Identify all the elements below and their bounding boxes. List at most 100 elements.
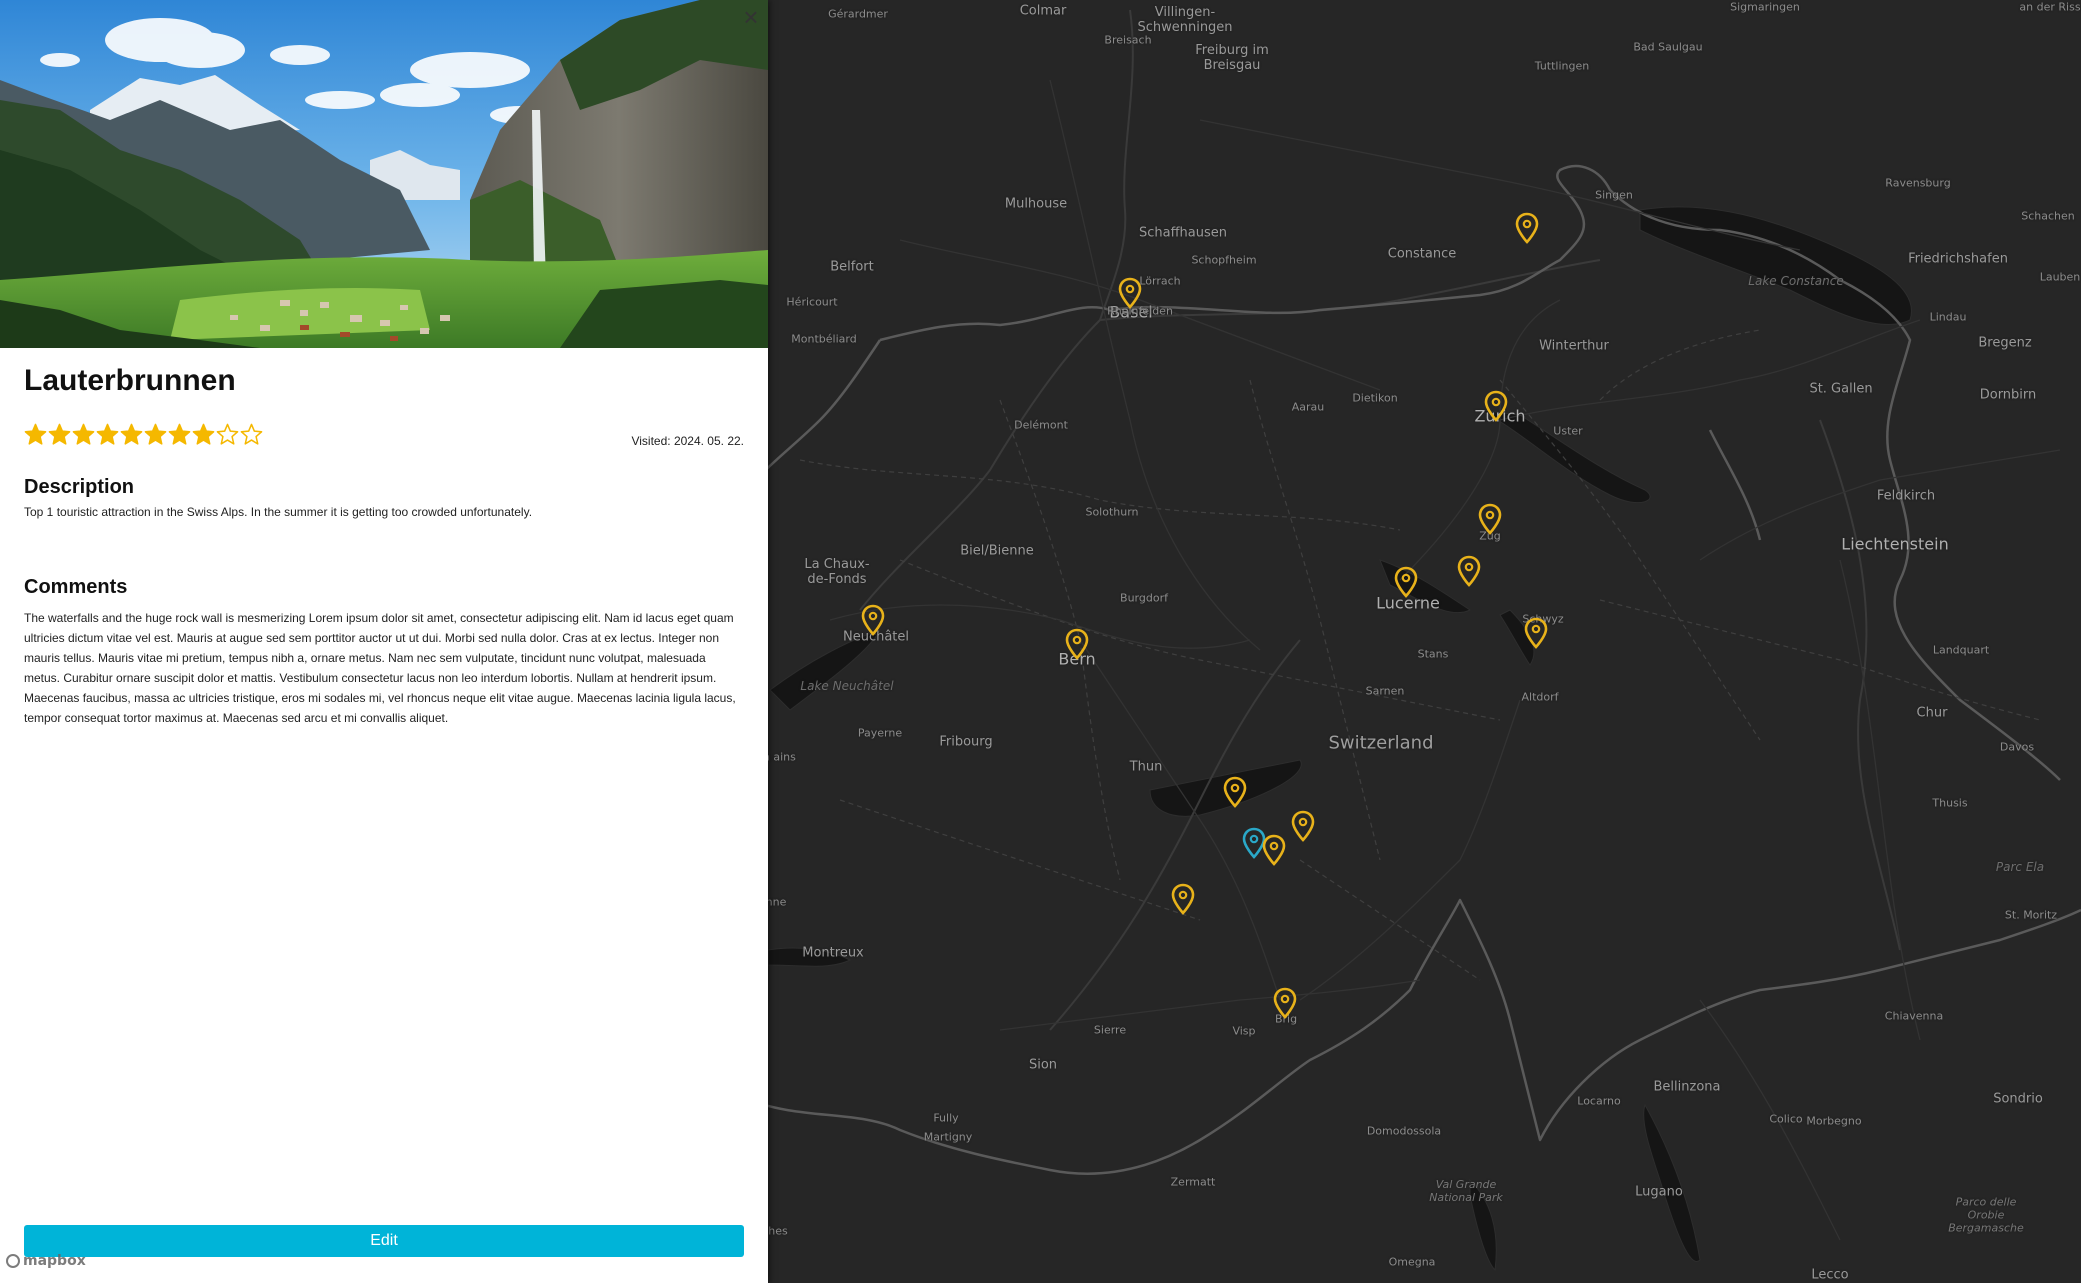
place-photo-image bbox=[0, 0, 768, 348]
marker-brig[interactable] bbox=[1272, 987, 1298, 1019]
star-empty-icon[interactable] bbox=[216, 423, 239, 451]
map-label: Schaffhausen bbox=[1138, 225, 1228, 241]
map-pin-icon bbox=[1273, 987, 1297, 1019]
map-label: Lake Constance bbox=[1748, 274, 1844, 288]
map-label: Chiavenna bbox=[1884, 1009, 1944, 1023]
close-icon[interactable]: × bbox=[740, 4, 762, 30]
marker-kandersteg[interactable] bbox=[1170, 883, 1196, 915]
marker-schaffhausen[interactable] bbox=[1514, 212, 1540, 244]
mapbox-logo[interactable]: mapbox bbox=[6, 1253, 86, 1269]
map-pin-icon bbox=[1065, 628, 1089, 660]
map-label: Bellinzona bbox=[1653, 1079, 1721, 1095]
map-pin-icon bbox=[1478, 503, 1502, 535]
map-label: St. Gallen bbox=[1809, 381, 1873, 397]
map-label: Breisach bbox=[1104, 33, 1152, 47]
map-label: Fribourg bbox=[939, 734, 993, 750]
map-pin-icon bbox=[1171, 883, 1195, 915]
comments-text: The waterfalls and the huge rock wall is… bbox=[24, 611, 736, 725]
map-label: Thusis bbox=[1932, 796, 1968, 810]
map-label: Sarnen bbox=[1365, 684, 1405, 698]
place-photo: × bbox=[0, 0, 768, 348]
star-filled-icon[interactable] bbox=[120, 423, 143, 451]
map-label: Val Grande National Park bbox=[1429, 1178, 1503, 1204]
map-label: Thun bbox=[1129, 759, 1163, 775]
marker-zurich[interactable] bbox=[1483, 390, 1509, 422]
marker-bern[interactable] bbox=[1064, 628, 1090, 660]
map-label: Zermatt bbox=[1170, 1175, 1216, 1189]
map-label: Singen bbox=[1595, 188, 1633, 202]
map-label: Schopfheim bbox=[1191, 253, 1257, 267]
map-label: Schachen bbox=[2021, 209, 2075, 223]
star-filled-icon[interactable] bbox=[72, 423, 95, 451]
map-label: Montreux bbox=[802, 945, 864, 961]
map-label: Freiburg im Breisgau bbox=[1195, 43, 1269, 73]
map-label: Lörrach bbox=[1139, 274, 1181, 288]
map-label: Delémont bbox=[1014, 418, 1068, 432]
map-label: nne bbox=[765, 895, 787, 909]
map-label: Locarno bbox=[1577, 1094, 1621, 1108]
map-label: Sion bbox=[1028, 1057, 1058, 1073]
map-pin-icon bbox=[1262, 834, 1286, 866]
map-pin-icon bbox=[1223, 776, 1247, 808]
map-label: Gérardmer bbox=[828, 7, 888, 21]
map-label: Payerne bbox=[857, 726, 903, 740]
map-label: Winterthur bbox=[1539, 338, 1609, 354]
comments-heading: Comments bbox=[24, 576, 128, 598]
map-label: Parc Ela bbox=[1995, 860, 2045, 874]
map-label: Landquart bbox=[1932, 643, 1990, 657]
star-filled-icon[interactable] bbox=[192, 423, 215, 451]
map-label: Stans bbox=[1417, 647, 1449, 661]
map-label: La Chaux-de-Fonds bbox=[804, 557, 870, 587]
map-label: Colmar bbox=[1019, 3, 1067, 19]
star-filled-icon[interactable] bbox=[96, 423, 119, 451]
marker-lucerne[interactable] bbox=[1393, 566, 1419, 598]
star-filled-icon[interactable] bbox=[48, 423, 71, 451]
map-label: Altdorf bbox=[1521, 690, 1559, 704]
map-label: Feldkirch bbox=[1876, 488, 1936, 504]
marker-zug[interactable] bbox=[1477, 503, 1503, 535]
place-detail-panel: × Lauterbrunnen Visited: 2024. 05. 22. D… bbox=[0, 0, 768, 1283]
map-pin-icon bbox=[1484, 390, 1508, 422]
marker-basel[interactable] bbox=[1117, 277, 1143, 309]
star-filled-icon[interactable] bbox=[24, 423, 47, 451]
map-label: Mulhouse bbox=[1004, 196, 1068, 212]
marker-wengen[interactable] bbox=[1261, 834, 1287, 866]
map-label: Sigmaringen bbox=[1730, 0, 1800, 14]
star-empty-icon[interactable] bbox=[240, 423, 263, 451]
map-label: Solothurn bbox=[1085, 505, 1139, 519]
edit-button[interactable]: Edit bbox=[24, 1225, 744, 1257]
map-label: Friedrichshafen bbox=[1908, 251, 2008, 267]
map-label: Fully bbox=[933, 1111, 959, 1125]
map-label: Biel/Bienne bbox=[960, 543, 1034, 559]
marker-interlaken[interactable] bbox=[1222, 776, 1248, 808]
map-label: hes bbox=[768, 1224, 788, 1238]
map-label: Dietikon bbox=[1352, 391, 1398, 405]
map-label: St. Moritz bbox=[2004, 908, 2058, 922]
star-filled-icon[interactable] bbox=[168, 423, 191, 451]
map-label: Lecco bbox=[1811, 1267, 1849, 1283]
map-label: Lauben bbox=[2039, 270, 2081, 284]
map-label: Lugano bbox=[1635, 1184, 1683, 1200]
map-label: Martigny bbox=[923, 1130, 973, 1144]
map-label: Davos bbox=[1999, 740, 2035, 754]
map-label: an der Riss bbox=[2019, 0, 2081, 14]
map-label: Bad Saulgau bbox=[1633, 40, 1703, 54]
description-text: Top 1 touristic attraction in the Swiss … bbox=[24, 505, 533, 519]
map-label: Burgdorf bbox=[1120, 591, 1168, 605]
marker-neuchatel[interactable] bbox=[860, 604, 886, 636]
marker-schwyz[interactable] bbox=[1523, 617, 1549, 649]
map-label: Aarau bbox=[1291, 400, 1325, 414]
mapbox-logo-text: mapbox bbox=[23, 1253, 86, 1269]
map-pin-icon bbox=[1524, 617, 1548, 649]
map-label: Sondrio bbox=[1993, 1091, 2043, 1107]
marker-rigi[interactable] bbox=[1456, 555, 1482, 587]
map-label: Domodossola bbox=[1366, 1124, 1442, 1138]
visited-date: Visited: 2024. 05. 22. bbox=[631, 434, 744, 448]
map-pin-icon bbox=[1515, 212, 1539, 244]
rating-stars[interactable] bbox=[24, 423, 263, 451]
map-label: Visp bbox=[1232, 1024, 1256, 1038]
map-label: Héricourt bbox=[786, 295, 838, 309]
star-filled-icon[interactable] bbox=[144, 423, 167, 451]
marker-grindelwald[interactable] bbox=[1290, 810, 1316, 842]
map-label: Parco delle Orobie Bergamasche bbox=[1948, 1195, 2024, 1235]
